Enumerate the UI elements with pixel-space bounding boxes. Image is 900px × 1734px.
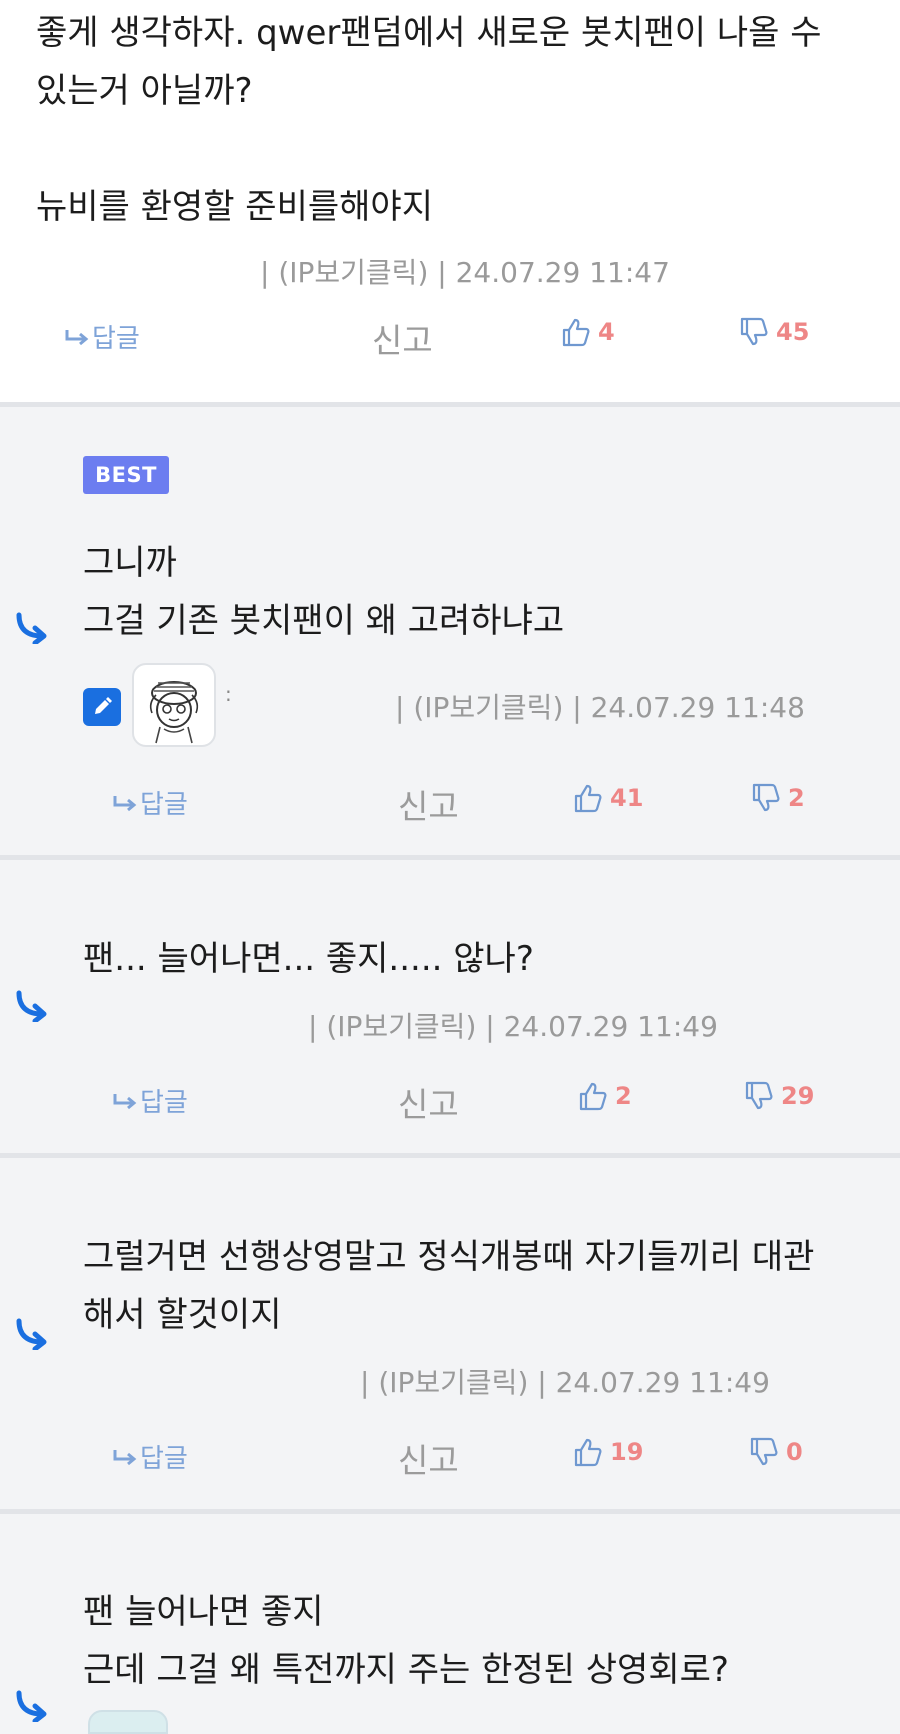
thumbs-up-icon <box>562 318 590 347</box>
comment-actions: 답글 신고 4 45 <box>0 306 900 366</box>
dislike-count: 29 <box>781 1082 815 1110</box>
best-badge: BEST <box>83 456 169 494</box>
reply-arrow-icon <box>113 1449 137 1465</box>
reply-indicator-icon <box>16 990 47 1022</box>
reply-indicator-icon <box>16 1690 47 1722</box>
divider <box>0 1509 900 1514</box>
reply-indicator-icon <box>16 612 47 644</box>
report-button[interactable]: 신고 <box>398 780 459 828</box>
divider <box>0 855 900 860</box>
like-count: 41 <box>610 784 644 812</box>
reply-button[interactable]: 답글 <box>112 784 188 821</box>
author-name: : <box>225 682 232 706</box>
divider <box>0 402 900 407</box>
pencil-icon <box>83 688 121 726</box>
thumbs-down-icon <box>745 1081 773 1110</box>
reply-button[interactable]: 답글 <box>112 1438 188 1475</box>
comment-text: 팬 늘어나면 좋지 근데 그걸 왜 특전까지 주는 한정된 상영회로? <box>83 1592 729 1690</box>
comment-actions: 답글 신고 2 29 <box>0 1070 900 1130</box>
comment-meta[interactable]: | (IP보기클릭) | 24.07.29 11:49 <box>360 1361 770 1401</box>
comment-text: 좋게 생각하자. qwer팬덤에서 새로운 봇치팬이 나올 수 있는거 아닐까?… <box>36 13 822 227</box>
comment-actions: 답글 신고 41 2 <box>0 772 900 832</box>
dislike-button[interactable]: 45 <box>738 316 809 348</box>
comment-text: 그럴거면 선행상영말고 정식개봉때 자기들끼리 대관 해서 할것이지 <box>83 1237 815 1335</box>
dislike-count: 45 <box>776 318 810 346</box>
comment-actions: 답글 신고 19 0 <box>0 1426 900 1486</box>
reply-button[interactable]: 답글 <box>112 1082 188 1119</box>
comment-meta[interactable]: | (IP보기클릭) | 24.07.29 11:48 <box>395 686 805 726</box>
divider <box>0 1153 900 1158</box>
thumbs-down-icon <box>752 783 780 812</box>
dislike-button[interactable]: 2 <box>750 782 805 814</box>
like-count: 2 <box>615 1082 632 1110</box>
like-button[interactable]: 4 <box>560 316 615 348</box>
comment-text: 팬... 늘어나면... 좋지..... 않나? <box>83 939 534 979</box>
comment-meta[interactable]: | (IP보기클릭) | 24.07.29 11:49 <box>308 1005 718 1045</box>
reply-indicator-icon <box>16 1318 47 1350</box>
avatar[interactable] <box>132 663 216 747</box>
like-count: 4 <box>598 318 615 346</box>
thumbs-down-icon <box>740 317 768 346</box>
reply-button[interactable]: 답글 <box>64 318 140 355</box>
like-button[interactable]: 19 <box>572 1436 643 1468</box>
dislike-count: 2 <box>788 784 805 812</box>
comment-text: 그니까 그걸 기존 봇치팬이 왜 고려하냐고 <box>83 543 565 641</box>
dislike-button[interactable]: 29 <box>743 1080 814 1112</box>
report-button[interactable]: 신고 <box>372 314 433 362</box>
dislike-button[interactable]: 0 <box>748 1436 803 1468</box>
like-button[interactable]: 41 <box>572 782 643 814</box>
like-button[interactable]: 2 <box>577 1080 632 1112</box>
report-button[interactable]: 신고 <box>398 1434 459 1482</box>
dislike-count: 0 <box>786 1438 803 1466</box>
reply-arrow-icon <box>113 1093 137 1109</box>
report-button[interactable]: 신고 <box>398 1078 459 1126</box>
thumbs-up-icon <box>574 784 602 813</box>
like-count: 19 <box>610 1438 644 1466</box>
thumbs-down-icon <box>750 1437 778 1466</box>
reply-arrow-icon <box>65 329 89 345</box>
avatar[interactable] <box>88 1710 168 1734</box>
reply-arrow-icon <box>113 795 137 811</box>
comment-meta[interactable]: | (IP보기클릭) | 24.07.29 11:47 <box>260 251 670 291</box>
thumbs-up-icon <box>579 1082 607 1111</box>
thumbs-up-icon <box>574 1438 602 1467</box>
